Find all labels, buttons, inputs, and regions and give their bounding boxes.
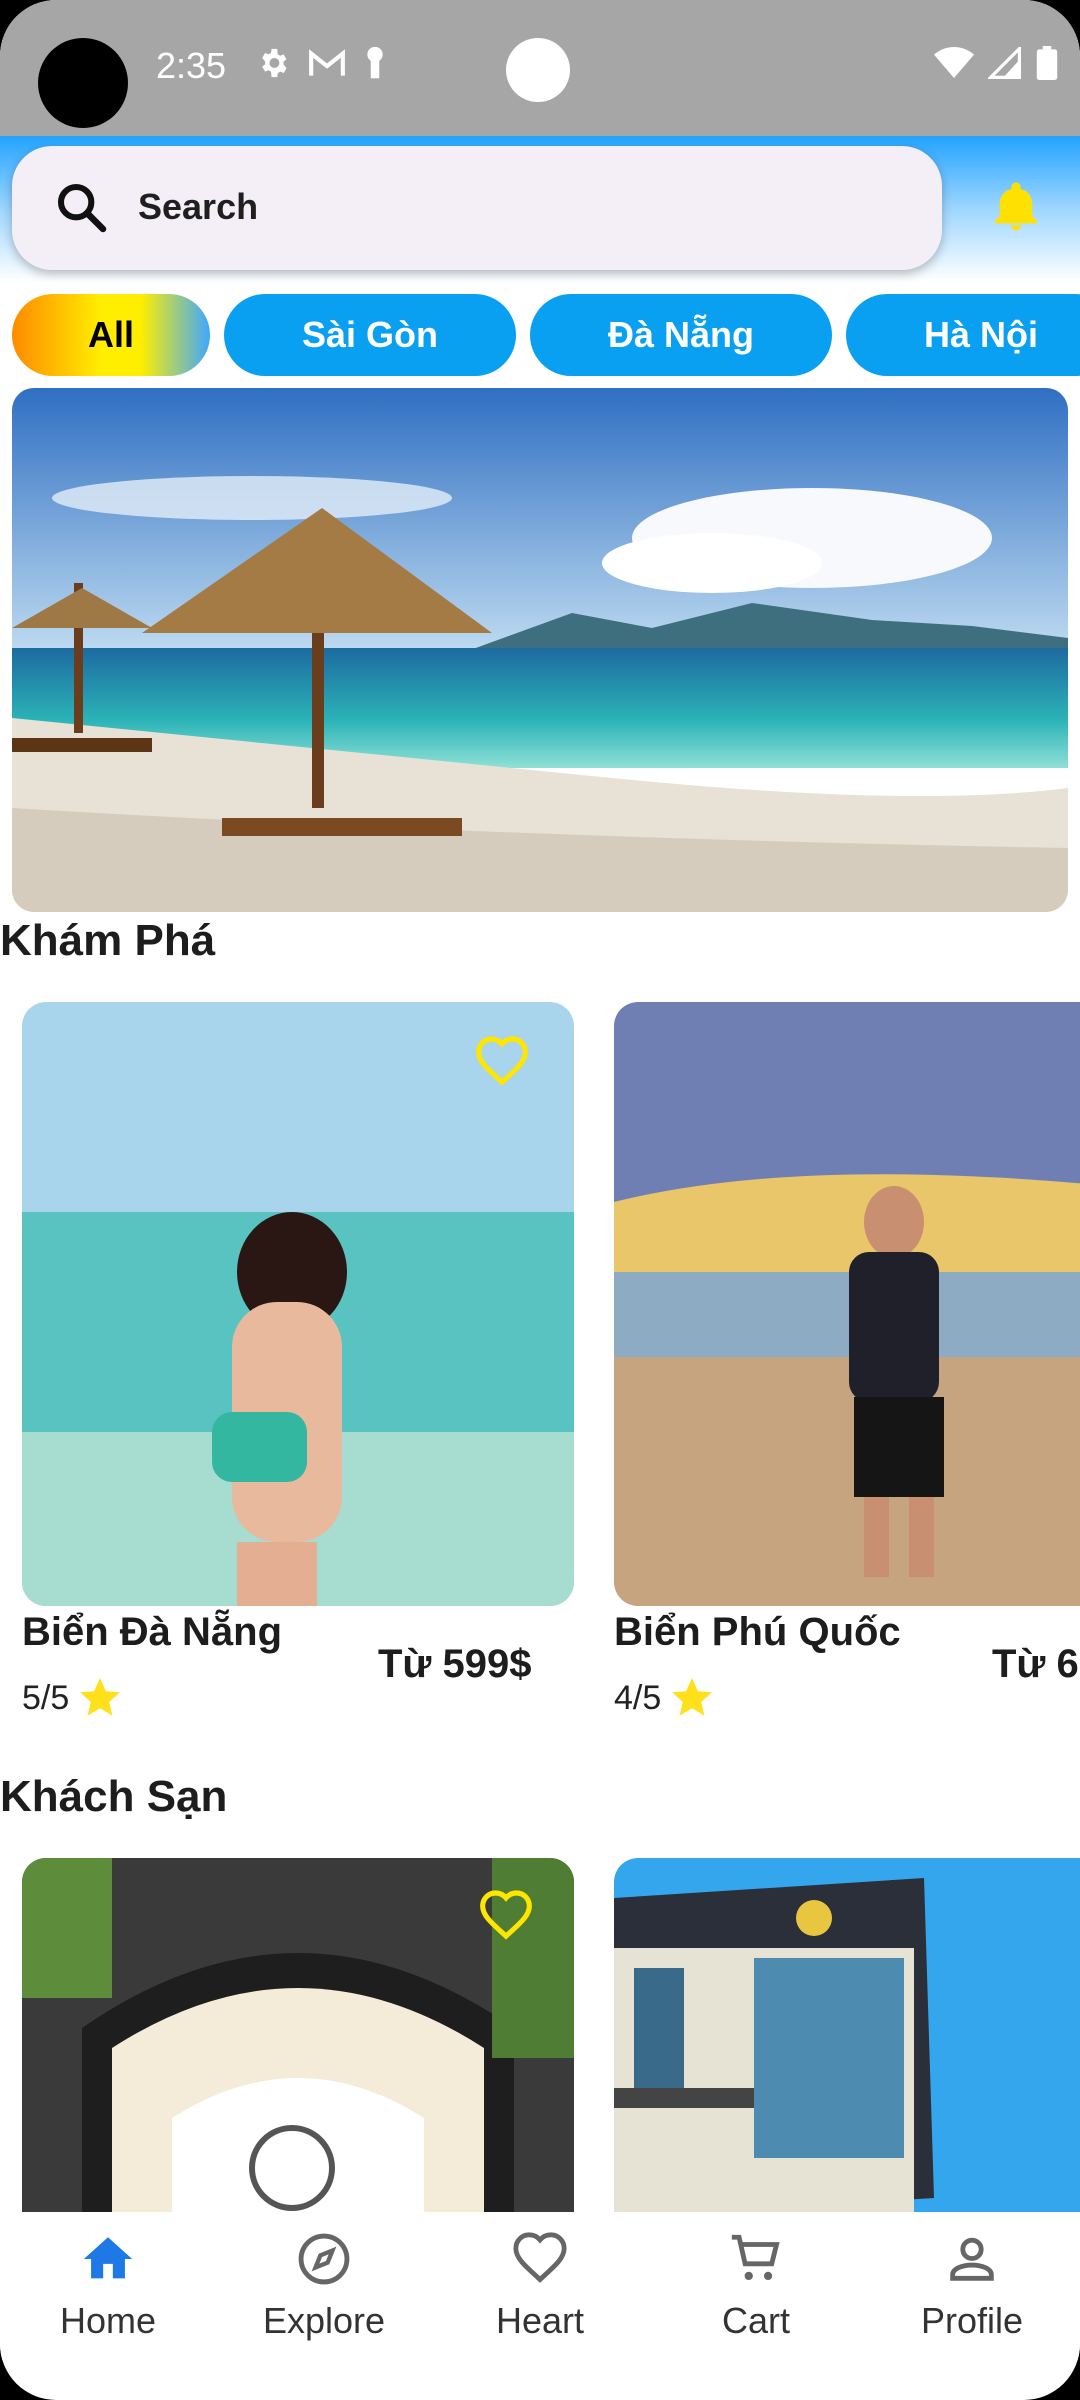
chip-sai-gon[interactable]: Sài Gòn	[224, 294, 516, 376]
nav-profile-label: Profile	[920, 2300, 1024, 2341]
cart-icon	[731, 2234, 780, 2281]
explore-card[interactable]: Biển Đà Nẵng 5/5 Từ 599$	[22, 1002, 574, 1722]
app-screen: 2:35 Search All Sài Gòn Đà Nẵng Hà Nội K…	[0, 0, 1080, 2400]
nav-cart[interactable]: Cart	[648, 2212, 864, 2360]
nav-heart[interactable]: Heart	[432, 2212, 648, 2360]
status-system-icons	[934, 46, 1058, 80]
section-title-hotels: Khách Sạn	[0, 1772, 228, 1821]
explore-card-price: Từ 6	[992, 1642, 1079, 1686]
star-icon	[672, 1678, 713, 1716]
explore-card[interactable]: Biển Phú Quốc 4/5 Từ 6	[614, 1002, 1080, 1722]
favorite-heart-icon[interactable]	[478, 1888, 534, 1940]
nav-heart-label: Heart	[495, 2300, 585, 2341]
explore-card-rating: 5/5	[22, 1674, 125, 1722]
bottom-navigation: Home Explore Heart Cart Profile	[0, 2212, 1080, 2360]
nav-cart-label: Cart	[721, 2300, 790, 2341]
key-icon	[367, 46, 383, 79]
nav-explore-label: Explore	[262, 2300, 386, 2341]
bell-icon[interactable]	[988, 178, 1044, 236]
profile-icon	[950, 2237, 994, 2281]
explore-card-image	[614, 1002, 1080, 1606]
status-notification-icons	[256, 46, 386, 80]
home-icon	[83, 2237, 133, 2279]
camera-cutout	[38, 38, 128, 128]
explore-card-price: Từ 599$	[378, 1642, 532, 1686]
status-dot	[506, 38, 570, 102]
wifi-icon	[934, 47, 974, 78]
chip-da-nang[interactable]: Đà Nẵng	[530, 294, 832, 376]
hotel-card-image[interactable]	[22, 1858, 574, 2218]
section-title-explore: Khám Phá	[0, 916, 216, 965]
favorite-heart-icon[interactable]	[474, 1034, 530, 1086]
search-input[interactable]: Search	[12, 146, 942, 270]
chip-all[interactable]: All	[12, 294, 210, 376]
category-chips: All Sài Gòn Đà Nẵng Hà Nội	[0, 294, 1080, 376]
header: Search	[0, 136, 1080, 282]
gmail-icon	[309, 49, 345, 76]
hotel-card-image[interactable]	[614, 1858, 1080, 2218]
banner-image[interactable]	[12, 388, 1068, 912]
chip-ha-noi[interactable]: Hà Nội	[846, 294, 1080, 376]
signal-icon	[988, 47, 1021, 79]
rating-value: 4/5	[614, 1678, 662, 1717]
search-icon	[57, 183, 107, 233]
explore-card-title: Biển Phú Quốc	[614, 1610, 901, 1654]
compass-icon	[298, 2233, 350, 2285]
battery-icon	[1036, 46, 1058, 80]
heart-icon	[513, 2232, 567, 2283]
nav-profile[interactable]: Profile	[864, 2212, 1080, 2360]
explore-card-image	[22, 1002, 574, 1606]
explore-card-rating: 4/5	[614, 1674, 717, 1722]
home-indicator[interactable]	[446, 2380, 634, 2388]
rating-value: 5/5	[22, 1678, 70, 1717]
nav-explore[interactable]: Explore	[216, 2212, 432, 2360]
nav-home-label: Home	[59, 2300, 157, 2341]
nav-home[interactable]: Home	[0, 2212, 216, 2360]
explore-card-title: Biển Đà Nẵng	[22, 1610, 283, 1654]
search-placeholder: Search	[138, 186, 259, 227]
settings-icon	[262, 48, 287, 78]
status-bar: 2:35	[0, 0, 1080, 136]
status-time: 2:35	[156, 45, 227, 86]
star-icon	[80, 1678, 121, 1716]
